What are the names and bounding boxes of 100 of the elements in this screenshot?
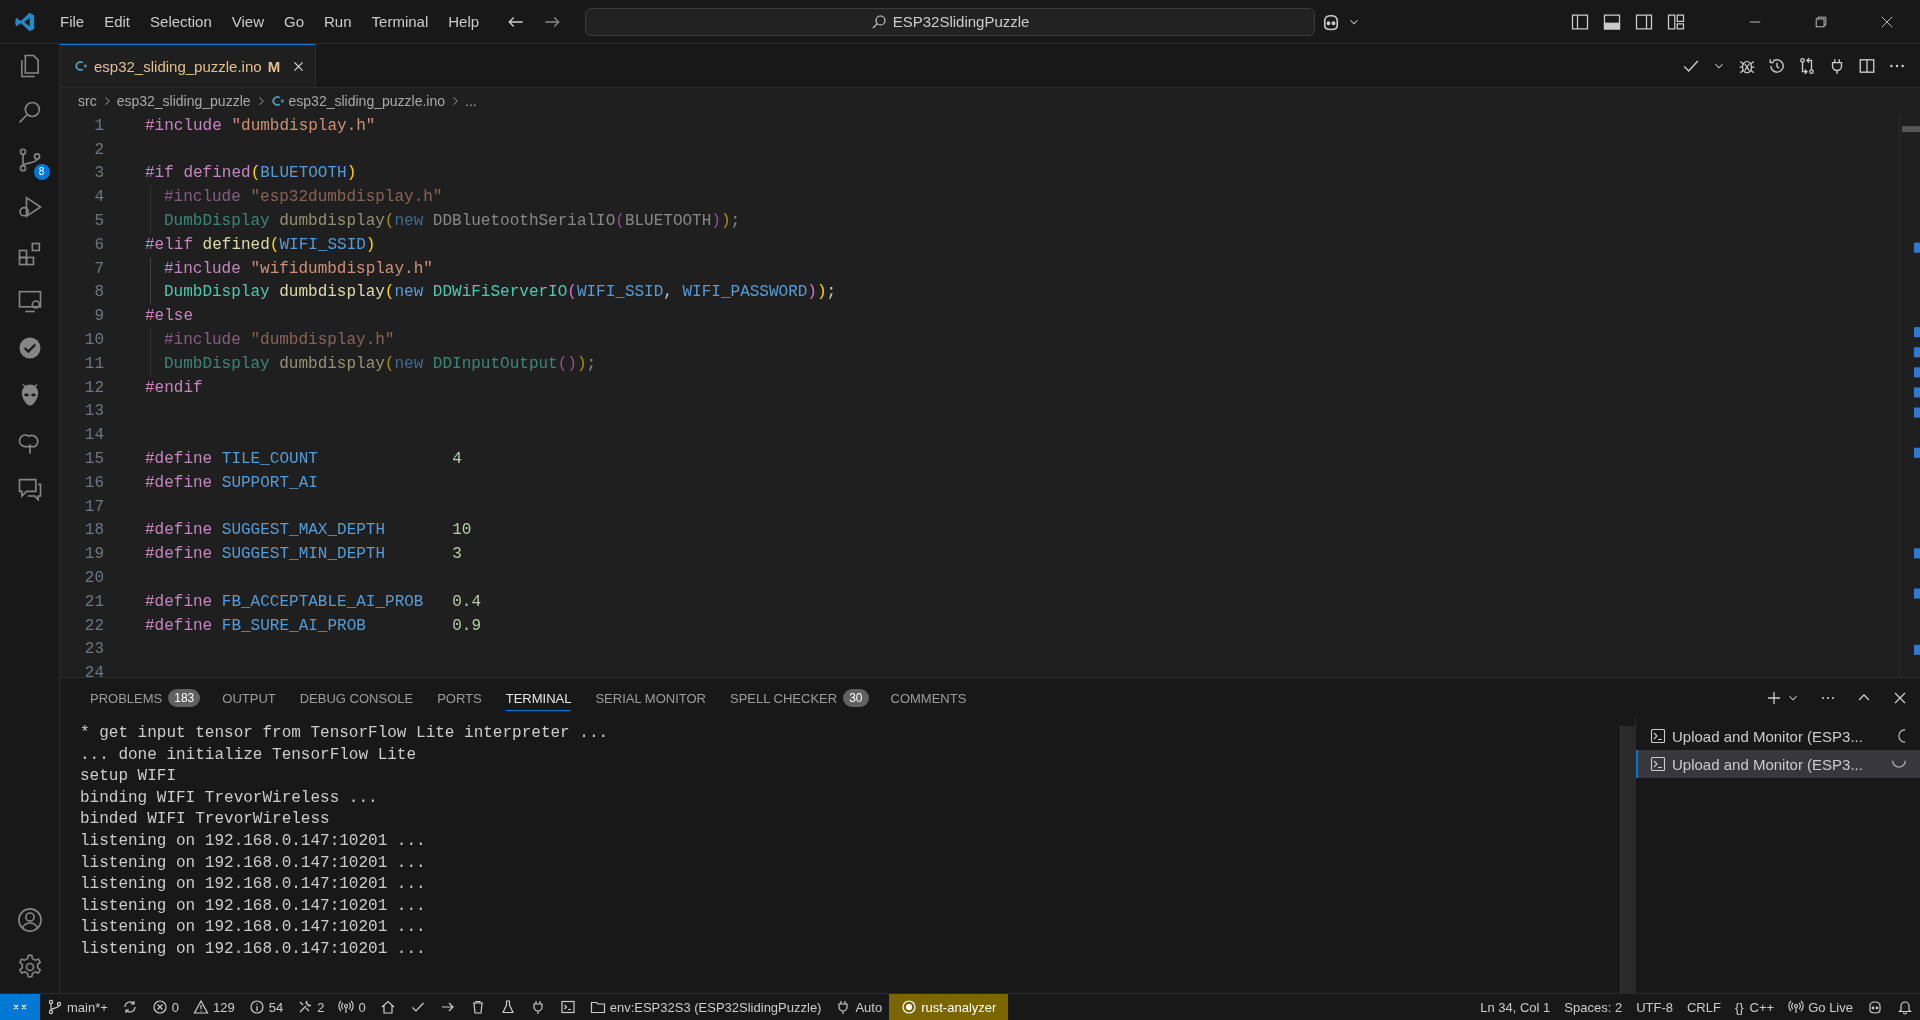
secondary-sidebar-layout-icon[interactable] bbox=[1634, 11, 1654, 32]
breadcrumb-item[interactable]: ... bbox=[465, 93, 477, 109]
bell-icon bbox=[1897, 999, 1913, 1015]
menu-item[interactable]: Go bbox=[274, 9, 314, 34]
status-bar-item[interactable]: main*+ bbox=[40, 994, 115, 1020]
terminal-line: setup WIFI bbox=[80, 767, 177, 788]
status-bar-item[interactable]: UTF-8 bbox=[1629, 994, 1680, 1020]
menu-item[interactable]: View bbox=[221, 9, 274, 34]
code-line: #include "dumbdisplay.h" bbox=[145, 115, 376, 137]
status-bar-item[interactable]: 54 bbox=[241, 994, 291, 1020]
menu-item[interactable]: Terminal bbox=[361, 9, 439, 34]
status-bar-item[interactable]: {} C++ bbox=[1727, 994, 1782, 1020]
line-number: 3 bbox=[93, 164, 104, 183]
sync-icon bbox=[121, 999, 138, 1015]
count-badge: 183 bbox=[168, 689, 201, 707]
status-bar-item[interactable]: 0 bbox=[144, 994, 187, 1020]
warning-icon bbox=[193, 999, 210, 1015]
menu-item[interactable]: File bbox=[50, 9, 95, 34]
terminal-line: listening on 192.168.0.147:10201 ... bbox=[80, 831, 427, 852]
breadcrumb-item[interactable]: esp32_sliding_puzzle bbox=[116, 93, 251, 109]
spinner-icon bbox=[1898, 729, 1906, 743]
panel-tab[interactable]: COMMENTS bbox=[890, 685, 967, 711]
line-number: 6 bbox=[93, 235, 104, 254]
code-line: #if defined(BLUETOOTH) bbox=[145, 163, 357, 185]
split-editor-icon[interactable] bbox=[1858, 56, 1876, 75]
code-line: DumbDisplay dumbdisplay(new DDWiFiServerIO(WIFI_SSID, WIFI_PASSWORD)); bbox=[150, 280, 837, 305]
error-icon bbox=[151, 999, 168, 1015]
terminal-line: * get input tensor from TensorFlow Lite interpreter ... bbox=[80, 724, 610, 744]
status-bar-item[interactable]: env:ESP32S3 (ESP32SlidingPuzzle) bbox=[582, 994, 829, 1020]
menu-item[interactable]: Selection bbox=[140, 9, 222, 34]
panel-tab[interactable]: SPELL CHECKER bbox=[730, 685, 838, 711]
panel-tab[interactable]: SERIAL MONITOR bbox=[595, 685, 706, 711]
breadcrumb-item[interactable]: esp32_sliding_puzzle.ino bbox=[288, 93, 445, 109]
status-bar-item[interactable]: Go Live bbox=[1781, 994, 1860, 1020]
close-icon[interactable] bbox=[292, 59, 306, 73]
search-icon bbox=[870, 13, 887, 30]
line-number: 4 bbox=[93, 188, 104, 207]
line-number: 24 bbox=[83, 664, 104, 677]
plus-icon[interactable] bbox=[1766, 690, 1782, 706]
terminal-session-item[interactable]: Upload and Monitor (ESP3... bbox=[1636, 722, 1920, 750]
terminal-icon bbox=[1650, 756, 1666, 772]
terminal-line: listening on 192.168.0.147:10201 ... bbox=[80, 896, 427, 917]
code-line: #define TILE_COUNT 4 bbox=[145, 449, 462, 471]
status-bar-item[interactable]: Auto bbox=[828, 994, 890, 1020]
panel-tab[interactable]: OUTPUT bbox=[222, 685, 276, 711]
panel-tab[interactable]: TERMINAL bbox=[505, 685, 572, 711]
modified-indicator: M bbox=[267, 57, 281, 75]
line-number: 12 bbox=[83, 378, 104, 397]
status-bar-item[interactable]: 0 bbox=[331, 994, 373, 1020]
line-number: 19 bbox=[83, 545, 104, 564]
sidebar-layout-icon[interactable] bbox=[1570, 11, 1590, 32]
code-line: #include "wifidumbdisplay.h" bbox=[150, 256, 433, 281]
status-bar-item[interactable]: Ln 34, Col 1 bbox=[1473, 994, 1558, 1020]
count-badge: 30 bbox=[843, 689, 869, 707]
status-bar-item[interactable]: Spaces: 2 bbox=[1557, 994, 1630, 1020]
flask-icon bbox=[499, 999, 516, 1015]
line-number: 17 bbox=[83, 497, 104, 516]
breadcrumb-item[interactable]: src bbox=[78, 93, 97, 109]
status-bar-item[interactable]: 129 bbox=[186, 994, 242, 1020]
line-number: 22 bbox=[83, 616, 104, 635]
menu-item[interactable]: Help bbox=[438, 9, 490, 34]
folder-icon bbox=[589, 999, 606, 1015]
history-icon[interactable] bbox=[1768, 56, 1786, 75]
branch-icon bbox=[47, 999, 63, 1015]
cpp-file-icon bbox=[270, 94, 285, 108]
scrollbar[interactable] bbox=[1620, 726, 1635, 993]
terminal-session-item[interactable]: Upload and Monitor (ESP3... bbox=[1636, 750, 1920, 778]
editor-tab[interactable]: esp32_sliding_puzzle.ino M bbox=[60, 44, 317, 87]
compare-changes-icon[interactable] bbox=[1798, 56, 1816, 75]
terminal-line: listening on 192.168.0.147:10201 ... bbox=[80, 875, 427, 896]
terminal-line: listening on 192.168.0.147:10201 ... bbox=[80, 853, 427, 874]
panel-tab[interactable]: PROBLEMS bbox=[90, 685, 163, 711]
copilot-icon bbox=[1867, 999, 1883, 1015]
line-number: 11 bbox=[83, 354, 104, 373]
line-number: 16 bbox=[83, 473, 104, 492]
code-line: DumbDisplay dumbdisplay(new DDBluetoothSerialIO(BLUETOOTH)); bbox=[150, 209, 741, 233]
line-number: 18 bbox=[83, 521, 104, 540]
notification-badge: 8 bbox=[33, 164, 50, 180]
antenna-icon bbox=[1788, 999, 1805, 1015]
status-bar-item[interactable]: CRLF bbox=[1679, 994, 1728, 1020]
tab-title: esp32_sliding_puzzle.ino bbox=[94, 57, 262, 75]
code-line: #define FB_SURE_AI_PROB 0.9 bbox=[145, 615, 482, 637]
line-number: 5 bbox=[93, 212, 104, 231]
line-number: 15 bbox=[83, 450, 104, 469]
code-line: DumbDisplay dumbdisplay(new DDInputOutput()); bbox=[150, 351, 597, 376]
menu-item[interactable]: Run bbox=[314, 9, 362, 34]
command-center-search[interactable]: ESP32SlidingPuzzle bbox=[585, 7, 1316, 36]
panel-tab[interactable]: DEBUG CONSOLE bbox=[299, 685, 414, 711]
panel-layout-icon[interactable] bbox=[1602, 11, 1622, 32]
account-icon[interactable] bbox=[15, 906, 44, 934]
panel-tab[interactable]: PORTS bbox=[437, 685, 482, 711]
customize-layout-icon[interactable] bbox=[1666, 11, 1686, 32]
tools-icon bbox=[297, 999, 314, 1015]
line-number: 21 bbox=[83, 592, 104, 611]
close-icon[interactable] bbox=[1892, 690, 1908, 706]
menu-item[interactable]: Edit bbox=[94, 9, 141, 34]
status-bar-item[interactable]: 2 bbox=[290, 994, 332, 1020]
line-number: 7 bbox=[93, 259, 104, 278]
cpp-file-icon bbox=[74, 59, 88, 73]
status-bar-item[interactable]: rust-analyzer bbox=[889, 994, 1009, 1020]
